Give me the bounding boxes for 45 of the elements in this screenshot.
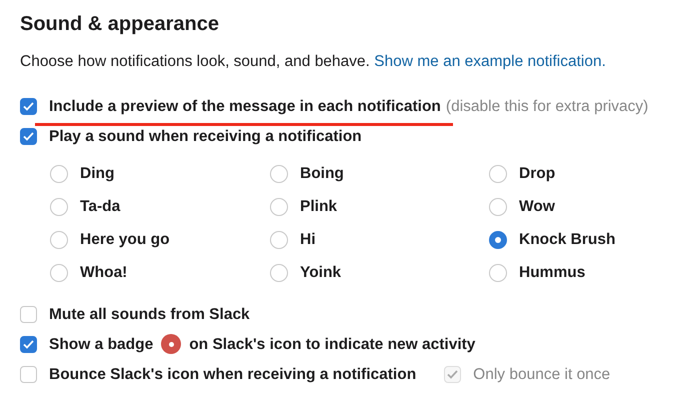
radio-button[interactable] (270, 230, 288, 249)
sound-label: Ta-da (80, 197, 120, 218)
radio-button[interactable] (489, 230, 507, 249)
sound-label: Ding (80, 164, 114, 184)
radio-button[interactable] (489, 164, 507, 183)
section-title: Sound & appearance (20, 12, 220, 36)
option-label: Include a preview of the message in each notification (49, 98, 441, 115)
sound-label: Whoa! (80, 263, 128, 284)
radio-button[interactable] (50, 164, 68, 183)
option-label: Only bounce it once (473, 364, 610, 385)
checkbox[interactable] (20, 128, 37, 145)
checkbox[interactable] (20, 336, 37, 353)
checkmark-icon (23, 132, 34, 141)
radio-button[interactable] (270, 164, 288, 183)
radio-button[interactable] (50, 230, 68, 249)
sound-label: Hi (300, 230, 316, 250)
option-label: Show a badge (49, 334, 154, 355)
description: Choose how notifications look, sound, and behave. Show me an example notification. (20, 52, 607, 72)
sound-label: Yoink (300, 263, 342, 284)
sound-label: Plink (300, 197, 338, 218)
checkbox[interactable] (20, 98, 37, 115)
checkbox[interactable] (20, 366, 37, 383)
option-label: Mute all sounds from Slack (49, 304, 250, 325)
option-label: Bounce Slack's icon when receiving a notification (49, 364, 416, 385)
radio-button[interactable] (489, 264, 507, 282)
radio-button[interactable] (50, 264, 68, 282)
option-label: on Slack's icon to indicate new activity (189, 334, 476, 355)
sound-label: Drop (519, 164, 556, 184)
sound-label: Wow (519, 197, 555, 218)
sound-label: Knock Brush (519, 230, 616, 250)
checkmark-icon (23, 340, 34, 349)
badge-icon (161, 334, 182, 354)
sound-label: Boing (300, 164, 344, 184)
option-hint: (disable this for extra privacy) (446, 96, 648, 117)
checkmark-icon (447, 370, 458, 379)
example-link[interactable]: Show me an example notification. (374, 53, 606, 70)
sound-label: Here you go (80, 230, 170, 250)
radio-button[interactable] (270, 264, 288, 282)
sound-label: Hummus (519, 263, 586, 284)
checkmark-icon (23, 102, 34, 111)
radio-button[interactable] (270, 198, 288, 216)
checkbox[interactable] (20, 306, 37, 323)
radio-button[interactable] (50, 198, 68, 216)
option-label: Play a sound when receiving a notification (49, 126, 362, 147)
radio-button[interactable] (489, 198, 507, 216)
